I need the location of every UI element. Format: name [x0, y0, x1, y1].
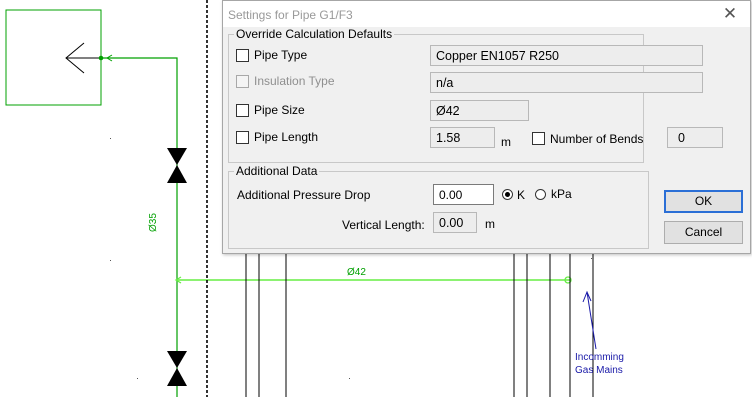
- pipe-size-field: Ø42: [430, 100, 529, 121]
- unit-kpa-label: kPa: [551, 187, 572, 201]
- pipe-type-field: Copper EN1057 R250: [430, 45, 703, 66]
- annotation-arrow-icon: [582, 290, 597, 350]
- pipe-settings-dialog[interactable]: Settings for Pipe G1/F3 ✕ Override Calcu…: [222, 0, 751, 254]
- insulation-type-checkbox: [236, 75, 249, 88]
- override-defaults-group-title: Override Calculation Defaults: [234, 27, 395, 41]
- annotation-line-2: Gas Mains: [575, 365, 623, 376]
- valve-icon-lower[interactable]: [167, 351, 187, 386]
- pipe-length-unit: m: [501, 135, 511, 149]
- annotation-line-1: Incomming: [575, 352, 624, 363]
- dialog-title: Settings for Pipe G1/F3: [228, 8, 353, 22]
- insulation-type-label: Insulation Type: [254, 74, 335, 88]
- unit-kpa-radio[interactable]: [535, 189, 546, 200]
- number-of-bends-field: 0: [667, 127, 723, 148]
- pipe-vertical-d35[interactable]: [101, 57, 178, 397]
- vertical-length-label: Vertical Length:: [342, 218, 425, 232]
- pressure-drop-input[interactable]: 0.00: [433, 184, 494, 205]
- pipe-size-label-horizontal: Ø42: [347, 267, 366, 278]
- pipe-size-label-vertical: Ø35: [148, 213, 159, 232]
- pipe-size-checkbox[interactable]: [236, 104, 249, 117]
- insulation-type-field: n/a: [430, 72, 703, 93]
- pipe-size-label: Pipe Size: [254, 103, 305, 117]
- cancel-button[interactable]: Cancel: [664, 221, 743, 244]
- appliance-symbol[interactable]: [5, 9, 104, 106]
- appliance-arrow-icon: [65, 42, 101, 74]
- ok-button[interactable]: OK: [664, 190, 743, 213]
- valve-icon-upper[interactable]: [167, 148, 187, 183]
- pressure-drop-label: Additional Pressure Drop: [237, 188, 371, 202]
- number-of-bends-label: Number of Bends: [550, 132, 644, 146]
- number-of-bends-checkbox[interactable]: [532, 132, 545, 145]
- pipe-length-label: Pipe Length: [254, 130, 319, 144]
- unit-k-radio[interactable]: [502, 189, 513, 200]
- pipe-length-checkbox[interactable]: [236, 131, 249, 144]
- unit-k-label: K: [517, 188, 526, 202]
- vertical-length-field: 0.00: [433, 212, 477, 233]
- pipe-type-checkbox[interactable]: [236, 49, 249, 62]
- close-icon[interactable]: ✕: [710, 1, 750, 27]
- additional-data-group-title: Additional Data: [234, 164, 320, 178]
- pipe-type-label: Pipe Type: [254, 48, 308, 62]
- vertical-length-unit: m: [485, 217, 495, 231]
- radio-selected-dot: [505, 192, 510, 197]
- pipe-length-field: 1.58: [430, 127, 495, 148]
- additional-data-group: [228, 171, 649, 249]
- title-bar[interactable]: Settings for Pipe G1/F3 ✕: [223, 1, 750, 27]
